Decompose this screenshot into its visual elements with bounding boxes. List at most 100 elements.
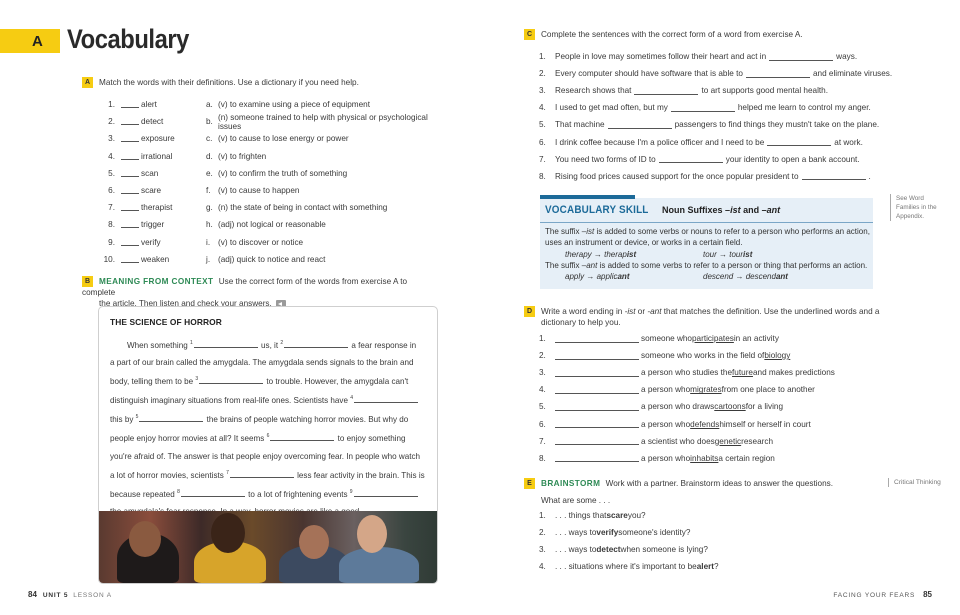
brainstorm-list: 1.. . . things that scare you? 2.. . . w…: [539, 507, 909, 575]
matching-row: 6. scare f. (v) to cause to happen: [108, 186, 300, 196]
matching-row: 7. therapist g. (n) the state of being in c…: [108, 203, 388, 213]
exercise-e-heading: BRAINSTORM: [541, 479, 601, 488]
vocabulary-skill-heading: VOCABULARY SKILL Noun Suffixes –ist and …: [545, 204, 781, 216]
brainstorm-item: 4.. . . situations where it's important …: [539, 562, 719, 572]
definition-item: 8. a person who inhabits a certain region: [539, 453, 775, 463]
definition-item: 7. a scientist who does genetic research: [539, 436, 773, 446]
answer-blank[interactable]: [121, 239, 139, 246]
person-face: [211, 513, 245, 553]
answer-blank[interactable]: [769, 53, 834, 61]
page-title: Vocabulary: [67, 24, 189, 54]
answer-blank[interactable]: [121, 170, 139, 177]
answer-blank[interactable]: [670, 104, 735, 112]
answer-blank[interactable]: [555, 386, 639, 394]
exercise-b-instruction: B MEANING FROM CONTEXT Use the correct fo…: [82, 276, 408, 309]
answer-blank[interactable]: [354, 395, 419, 404]
matching-row: 5. scan e. (v) to confirm the truth of some…: [108, 168, 348, 178]
sentence-item: 4. I used to get mad often, but my helped …: [539, 103, 871, 113]
answer-blank[interactable]: [607, 121, 672, 129]
sentence-item: 3. Research shows that to art supports goo…: [539, 86, 828, 96]
brainstorm-item: 2.. . . ways to verify someone's identit…: [539, 528, 691, 538]
person-face: [299, 525, 329, 559]
article-title: THE SCIENCE OF HORROR: [110, 317, 222, 327]
answer-blank[interactable]: [270, 433, 335, 442]
brainstorm-item: 3.. . . ways to detect when someone is l…: [539, 545, 708, 555]
definition-item: 3. a person who studies the future and ma…: [539, 368, 835, 378]
answer-blank[interactable]: [284, 340, 349, 348]
matching-row: 2. detect b. (n) someone trained to help wi…: [108, 112, 428, 131]
answer-blank[interactable]: [353, 489, 418, 497]
horror-audience-photo: [99, 511, 437, 583]
person-face: [129, 521, 161, 557]
answer-blank[interactable]: [555, 403, 639, 411]
answer-blank[interactable]: [121, 204, 139, 212]
answer-blank[interactable]: [121, 187, 139, 195]
matching-list: 1. alert a. (v) to examine using a piece of…: [97, 96, 447, 268]
answer-blank[interactable]: [555, 420, 639, 429]
matching-row: 3. exposure c. (v) to cause to lose energy …: [108, 134, 349, 144]
matching-row: 9. verify i. (v) to discover or notice: [108, 237, 304, 247]
critical-thinking-sidenote: Critical Thinking: [888, 478, 941, 487]
answer-blank[interactable]: [555, 454, 639, 463]
answer-blank[interactable]: [555, 335, 639, 343]
article-box: THE SCIENCE OF HORROR When something 1 u…: [98, 306, 438, 584]
answer-blank[interactable]: [555, 369, 639, 377]
matching-row: 4. irrational d. (v) to frighten: [108, 151, 267, 161]
appendix-sidenote: See Word Families in the Appendix.: [890, 194, 937, 221]
footer-right: FACING YOUR FEARS 85: [833, 590, 932, 599]
person-face: [357, 515, 387, 553]
sentence-item: 1. People in love may sometimes follow th…: [539, 52, 858, 62]
answer-blank[interactable]: [658, 155, 723, 164]
exercise-d-instruction: D Write a word ending in -ist or -ant tha…: [524, 306, 894, 328]
answer-blank[interactable]: [767, 138, 832, 147]
answer-blank[interactable]: [180, 489, 245, 497]
answer-blank[interactable]: [121, 221, 139, 229]
answer-blank[interactable]: [229, 470, 294, 478]
answer-blank[interactable]: [139, 414, 204, 423]
divider: [540, 222, 873, 223]
matching-row: 1. alert a. (v) to examine using a piece of…: [108, 100, 371, 110]
matching-row: 8. trigger h. (adj) not logical or reasonab…: [108, 220, 326, 230]
brainstorm-item: 1.. . . things that scare you?: [539, 511, 646, 521]
sentence-item: 2. Every computer should have software th…: [539, 69, 893, 79]
exercise-b-heading: MEANING FROM CONTEXT: [99, 277, 214, 286]
article-body: When something 1 us, it 2 a fear respons…: [110, 335, 430, 539]
sentence-item: 5. That machine passengers to find things …: [539, 120, 880, 130]
vocabulary-skill-box: VOCABULARY SKILL Noun Suffixes –ist and …: [540, 195, 873, 289]
answer-blank[interactable]: [121, 118, 139, 126]
exercise-b-badge: B: [82, 276, 93, 288]
definition-item: 4. a person who migrates from one place t…: [539, 385, 815, 395]
lesson-tab: [0, 29, 60, 53]
page-number: 85: [923, 590, 932, 599]
sentence-item: 7. You need two forms of ID to your identi…: [539, 154, 860, 164]
exercise-d-badge: D: [524, 306, 535, 318]
suffix-definition-list: 1. someone who participates in an activit…: [539, 330, 909, 467]
answer-blank[interactable]: [199, 376, 264, 385]
definition-item: 6. a person who defends himself or hersel…: [539, 419, 811, 429]
answer-blank[interactable]: [193, 340, 258, 348]
skill-accent-bar: [540, 195, 635, 199]
exercise-c-badge: C: [524, 29, 535, 41]
answer-blank[interactable]: [121, 256, 139, 263]
answer-blank[interactable]: [121, 135, 139, 143]
lesson-letter: A: [32, 33, 43, 50]
answer-blank[interactable]: [555, 437, 639, 446]
exercise-a-badge: A: [82, 77, 93, 89]
page-number: 84: [28, 590, 37, 599]
exercise-e-instruction: E BRAINSTORM Work with a partner. Brainst…: [524, 478, 833, 490]
person-silhouette: [339, 547, 419, 583]
matching-row: 10. weaken j. (adj) quick to notice and rea…: [103, 254, 326, 264]
definition-item: 1. someone who participates in an activit…: [539, 334, 779, 344]
exercise-c-instruction: C Complete the sentences with the correct…: [524, 29, 803, 41]
answer-blank[interactable]: [634, 87, 699, 95]
answer-blank[interactable]: [801, 172, 866, 181]
sentence-item: 8. Rising food prices caused support for …: [539, 171, 871, 181]
answer-blank[interactable]: [121, 153, 139, 160]
exercise-a-instruction: A Match the words with their definitions.…: [82, 77, 359, 89]
answer-blank[interactable]: [555, 352, 639, 360]
answer-blank[interactable]: [745, 70, 810, 78]
answer-blank[interactable]: [121, 101, 139, 109]
sentence-completion-list: 1. People in love may sometimes follow th…: [539, 48, 909, 185]
definition-item: 2. someone who works in the field of biol…: [539, 351, 791, 361]
sentence-item: 6. I drink coffee because I'm a police of…: [539, 137, 863, 147]
